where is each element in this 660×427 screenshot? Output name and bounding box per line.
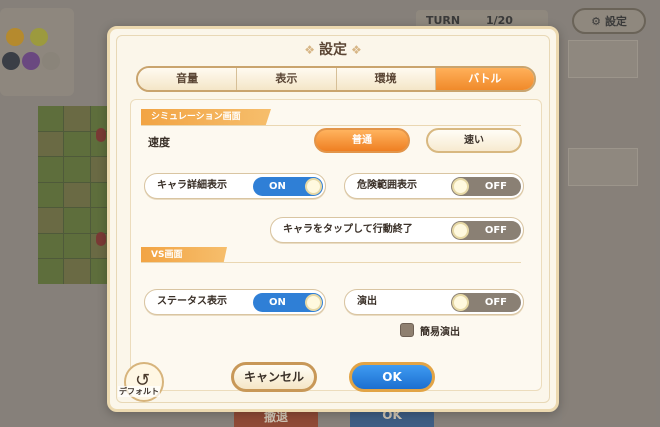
toggle-knob bbox=[305, 294, 322, 311]
info-box bbox=[568, 40, 638, 78]
skill-panel bbox=[0, 8, 74, 96]
toggle-label: ステータス表示 bbox=[157, 296, 227, 307]
danger-range-toggle[interactable]: OFF bbox=[451, 177, 521, 196]
section-header-vs: VS画面 bbox=[141, 247, 227, 263]
dialog-title: ❖ 設定 ❖ bbox=[110, 39, 556, 59]
cancel-button[interactable]: キャンセル bbox=[231, 362, 317, 392]
toggle-knob bbox=[305, 178, 322, 195]
unit-marker bbox=[96, 128, 106, 142]
tap-end-action-toggle[interactable]: OFF bbox=[451, 221, 521, 240]
toggle-label: 演出 bbox=[357, 296, 377, 307]
side-info-panel bbox=[562, 40, 656, 424]
section-divider bbox=[141, 125, 521, 126]
skill-icon bbox=[6, 28, 24, 46]
skill-icon bbox=[30, 28, 48, 46]
speed-fast-button[interactable]: 速い bbox=[426, 128, 522, 153]
settings-button[interactable]: ⚙ 設定 bbox=[572, 8, 646, 34]
ornament-left-icon: ❖ bbox=[304, 43, 315, 57]
toggle-row-tap-end-action: キャラをタップして行動終了 OFF bbox=[270, 217, 524, 243]
section-divider bbox=[141, 262, 521, 263]
effects-toggle[interactable]: OFF bbox=[451, 293, 521, 312]
toggle-knob bbox=[452, 178, 469, 195]
toggle-row-effects: 演出 OFF bbox=[344, 289, 524, 315]
ornament-right-icon: ❖ bbox=[351, 43, 362, 57]
dialog-title-text: 設定 bbox=[319, 42, 347, 58]
toggle-state: ON bbox=[269, 181, 286, 192]
simple-effects-label: 簡易演出 bbox=[420, 327, 460, 338]
toggle-label: キャラをタップして行動終了 bbox=[283, 224, 413, 235]
tab-environment[interactable]: 環境 bbox=[336, 68, 436, 90]
toggle-label: キャラ詳細表示 bbox=[157, 180, 227, 191]
character-detail-toggle[interactable]: ON bbox=[253, 177, 323, 196]
toggle-knob bbox=[452, 294, 469, 311]
tab-display[interactable]: 表示 bbox=[237, 68, 337, 90]
skill-icon bbox=[22, 52, 40, 70]
toggle-row-status-display: ステータス表示 ON bbox=[144, 289, 326, 315]
speed-normal-button[interactable]: 普通 bbox=[314, 128, 410, 153]
info-box bbox=[568, 148, 638, 186]
toggle-row-character-detail: キャラ詳細表示 ON bbox=[144, 173, 326, 199]
skill-icon bbox=[42, 52, 60, 70]
status-display-toggle[interactable]: ON bbox=[253, 293, 323, 312]
reset-default-label: デフォルト bbox=[118, 386, 160, 397]
toggle-knob bbox=[452, 222, 469, 239]
toggle-state: OFF bbox=[484, 297, 507, 308]
gear-icon: ⚙ bbox=[591, 14, 601, 28]
ok-button[interactable]: OK bbox=[349, 362, 435, 392]
skill-icon bbox=[2, 52, 20, 70]
section-header-simulation: シミュレーション画面 bbox=[141, 109, 271, 125]
tab-volume[interactable]: 音量 bbox=[138, 68, 238, 90]
simple-effects-checkbox[interactable] bbox=[400, 323, 414, 337]
settings-tabs: 音量 表示 環境 バトル bbox=[136, 66, 536, 92]
settings-button-label: 設定 bbox=[604, 15, 627, 28]
toggle-row-danger-range: 危険範囲表示 OFF bbox=[344, 173, 524, 199]
toggle-state: OFF bbox=[484, 181, 507, 192]
toggle-label: 危険範囲表示 bbox=[357, 180, 417, 191]
unit-marker bbox=[96, 232, 106, 246]
tab-battle[interactable]: バトル bbox=[435, 68, 534, 90]
toggle-state: ON bbox=[269, 297, 286, 308]
toggle-state: OFF bbox=[484, 225, 507, 236]
speed-label: 速度 bbox=[148, 136, 170, 149]
